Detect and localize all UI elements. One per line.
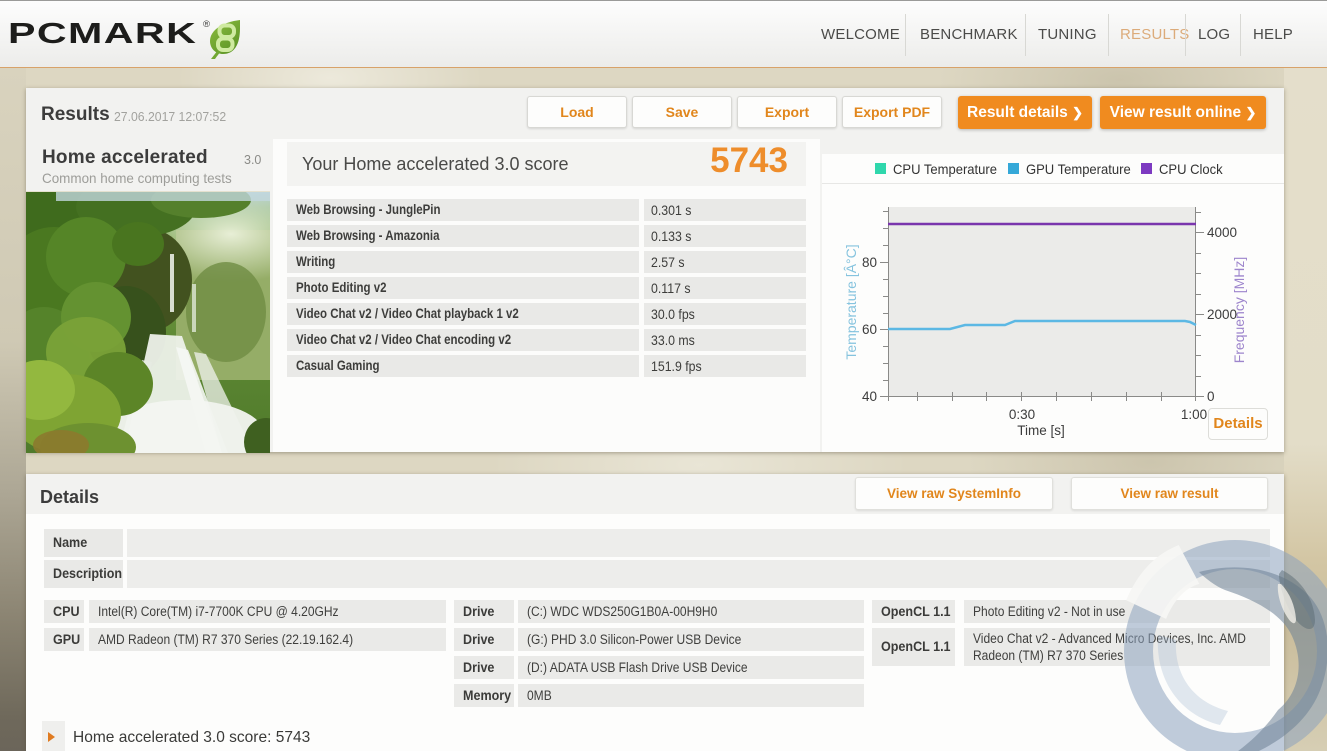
- svg-text:Time [s]: Time [s]: [1017, 423, 1065, 438]
- svg-text:1:00: 1:00: [1181, 407, 1207, 422]
- svg-text:4000: 4000: [1207, 225, 1237, 240]
- svg-text:0:30: 0:30: [1009, 407, 1035, 422]
- svg-text:0: 0: [1207, 389, 1215, 404]
- svg-text:Frequency [MHz]: Frequency [MHz]: [1231, 257, 1247, 364]
- svg-text:80: 80: [862, 255, 877, 270]
- svg-text:Temperature [Â°C]: Temperature [Â°C]: [843, 244, 859, 359]
- svg-text:60: 60: [862, 322, 877, 337]
- svg-text:40: 40: [862, 389, 877, 404]
